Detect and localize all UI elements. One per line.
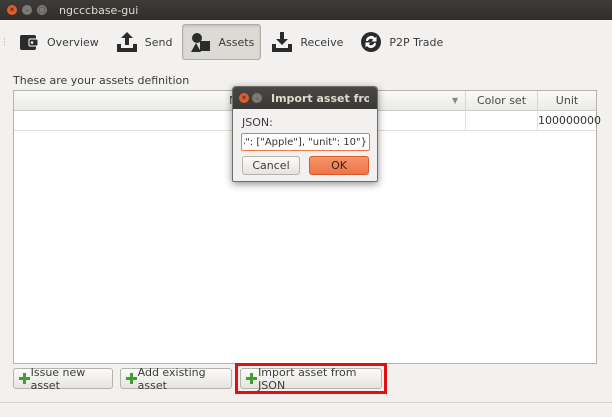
tab-assets-label: Assets xyxy=(218,35,255,49)
issue-new-asset-label: Issue new asset xyxy=(30,365,86,392)
dialog-title: Import asset fro xyxy=(271,91,369,105)
column-header-color-set[interactable]: Color set xyxy=(466,91,538,111)
add-existing-asset-button[interactable]: Add existing asset xyxy=(120,365,232,392)
dialog-close-icon[interactable]: ✕ xyxy=(239,93,249,103)
tab-send-label: Send xyxy=(144,35,173,49)
window-minimize-icon[interactable]: – xyxy=(22,5,32,15)
shapes-icon xyxy=(190,33,210,52)
tab-p2p-trade-label: P2P Trade xyxy=(389,35,444,49)
highlight-box xyxy=(235,363,387,394)
wallet-icon xyxy=(20,35,39,50)
plus-icon xyxy=(126,373,137,384)
tab-send[interactable]: Send xyxy=(108,24,180,60)
cell-color-set xyxy=(466,111,538,131)
tab-p2p-trade[interactable]: P2P Trade xyxy=(352,24,450,60)
issue-new-asset-button[interactable]: Issue new asset xyxy=(13,365,113,392)
sort-indicator-icon: ▼ xyxy=(452,96,459,105)
ok-label: OK xyxy=(331,159,347,172)
window-maximize-icon[interactable]: □ xyxy=(37,5,47,15)
dialog-titlebar: ✕ – Import asset fro xyxy=(233,87,377,109)
upload-icon xyxy=(116,32,137,52)
cancel-label: Cancel xyxy=(252,159,290,172)
tab-overview[interactable]: Overview xyxy=(10,24,106,60)
window-title: ngcccbase-gui xyxy=(59,3,139,17)
json-label: JSON: xyxy=(242,116,273,129)
download-icon xyxy=(272,32,293,52)
cancel-button[interactable]: Cancel xyxy=(242,156,300,175)
import-asset-dialog: ✕ – Import asset fro JSON: Cancel OK xyxy=(232,86,378,182)
tab-overview-label: Overview xyxy=(47,35,99,49)
toolbar-grip-icon[interactable]: · · · xyxy=(3,36,6,51)
plus-icon xyxy=(19,373,30,384)
status-bar xyxy=(0,402,612,417)
cell-unit: 100000000 xyxy=(538,114,601,127)
add-existing-asset-label: Add existing asset xyxy=(137,365,206,392)
exchange-icon xyxy=(361,32,382,52)
column-header-unit[interactable]: Unit xyxy=(538,91,596,111)
window-titlebar: ✕ – □ ngcccbase-gui xyxy=(0,0,612,20)
tab-assets[interactable]: Assets xyxy=(181,24,262,60)
dialog-minimize-icon[interactable]: – xyxy=(252,93,262,103)
window-close-icon[interactable]: ✕ xyxy=(7,5,17,15)
json-input[interactable] xyxy=(241,133,370,151)
main-toolbar: · · · Overview Send Assets Receive P2P T… xyxy=(0,20,612,64)
ok-button[interactable]: OK xyxy=(309,156,369,175)
tab-receive[interactable]: Receive xyxy=(263,24,350,60)
assets-heading: These are your assets definition xyxy=(13,74,190,87)
tab-receive-label: Receive xyxy=(300,35,344,49)
